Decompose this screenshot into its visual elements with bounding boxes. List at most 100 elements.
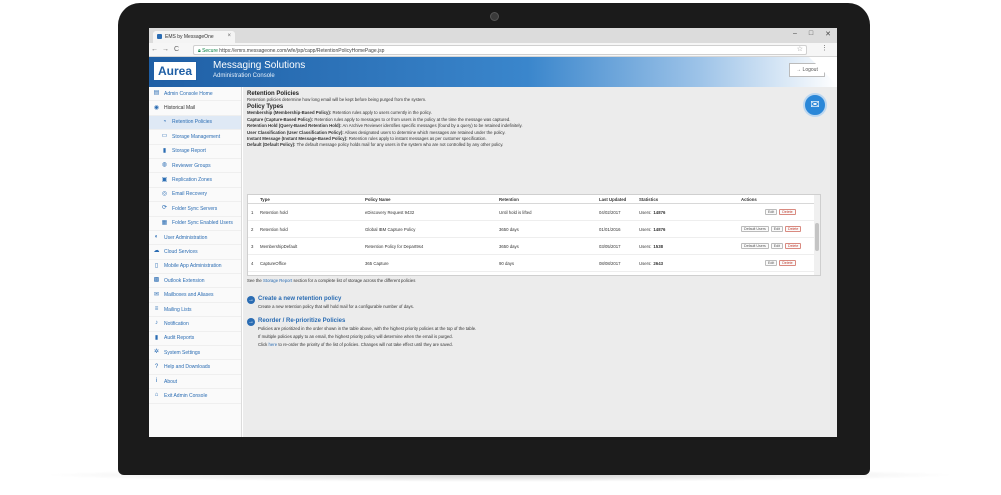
- main-content: Retention Policies Retention policies de…: [243, 87, 837, 437]
- app-subtitle: Administration Console: [213, 73, 275, 79]
- row-actions: Default Users Edit Delete: [735, 243, 815, 249]
- tab-bar: EMS by MessageOne × – □ ✕: [149, 28, 837, 43]
- arrow-right-circle-icon: →: [247, 296, 255, 304]
- scrollbar-thumb[interactable]: [815, 223, 819, 251]
- default-users-button[interactable]: Default Users: [741, 243, 769, 249]
- policy-type-definition: Default (Default Policy): The default me…: [247, 142, 504, 148]
- policy-type: MembershipDefault: [260, 243, 298, 249]
- browser-menu-icon[interactable]: ⋮: [821, 44, 828, 52]
- sidebar-item-user-administration[interactable]: ◐ User Administration: [149, 231, 241, 246]
- storage-report-link[interactable]: Storage Report: [263, 278, 292, 283]
- maximize-icon[interactable]: □: [809, 30, 813, 38]
- users-icon: ◍: [161, 162, 168, 169]
- sidebar-item-notification[interactable]: ♪ Notification: [149, 317, 241, 332]
- col-type[interactable]: Type: [256, 197, 359, 202]
- sidebar-item-mobile-app-administration[interactable]: ▯ Mobile App Administration: [149, 260, 241, 275]
- col-policy-name[interactable]: Policy Name: [359, 197, 495, 202]
- sidebar-item-label: Notification: [164, 320, 189, 327]
- reorder-policies-link[interactable]: Reorder / Re-prioritize Policies: [258, 318, 345, 324]
- sidebar-item-storage-report[interactable]: ▮ Storage Report: [149, 145, 241, 159]
- bookmark-star-icon[interactable]: ☆: [797, 45, 803, 53]
- close-window-icon[interactable]: ✕: [825, 30, 831, 38]
- sidebar-item-label: System Settings: [164, 349, 201, 356]
- edit-button[interactable]: Edit: [770, 226, 783, 232]
- table-row[interactable]: 3 MembershipDefault Retention Policy for D…: [248, 238, 820, 255]
- sidebar-item-email-recovery[interactable]: ◎ Email Recovery: [149, 188, 241, 203]
- sidebar-item-help-and-downloads[interactable]: ? Help and Downloads: [149, 360, 241, 375]
- table-row[interactable]: 1 Retention hold eDiscovery Request 9432 Un…: [248, 204, 820, 221]
- secure-label: Secure: [202, 48, 218, 54]
- forward-icon[interactable]: →: [160, 46, 171, 53]
- edit-button[interactable]: Edit: [765, 260, 778, 266]
- sidebar-item-label: About: [164, 378, 178, 385]
- table-row[interactable]: 4 CaptureOffice 365 Capture 90 days 08/08/20…: [248, 255, 820, 272]
- table-row[interactable]: 2 Retention hold Global IBM Capture Policy…: [248, 221, 820, 238]
- sidebar-item-system-settings[interactable]: ✲ System Settings: [149, 346, 241, 361]
- col-retention[interactable]: Retention: [495, 197, 599, 202]
- sidebar-item-mailing-lists[interactable]: ≡ Mailing Lists: [149, 303, 241, 318]
- sidebar-item-retention-policies[interactable]: ◔ Retention Policies: [149, 115, 241, 131]
- browser-tab[interactable]: EMS by MessageOne ×: [153, 31, 235, 43]
- policy-statistics: Users: 14876: [639, 226, 666, 232]
- reorder-description: Policies are prioritized in the order sh…: [258, 326, 477, 347]
- info-icon: i: [155, 378, 158, 384]
- sidebar-item-cloud-services[interactable]: ☁ Cloud Services: [149, 245, 241, 260]
- policy-last-updated: 08/08/2017: [599, 260, 621, 266]
- col-actions: Actions: [741, 196, 757, 202]
- col-last-updated[interactable]: Last Updated: [599, 197, 635, 202]
- sidebar-item-mailboxes-and-aliases[interactable]: ✉ Mailboxes and Aliases: [149, 288, 241, 303]
- sidebar-item-label: Reviewer Groups: [172, 162, 211, 169]
- sidebar-item-label: Outlook Extension: [164, 277, 205, 284]
- camera-icon: [490, 12, 499, 21]
- sidebar-item-label: Audit Reports: [164, 335, 195, 342]
- policy-retention: 3650 days: [499, 226, 519, 232]
- bar-chart-icon: ▮: [162, 147, 167, 154]
- delete-button[interactable]: Delete: [779, 209, 796, 215]
- sidebar-item-reviewer-groups[interactable]: ◍ Reviewer Groups: [149, 159, 241, 174]
- sidebar-item-label: Mobile App Administration: [164, 263, 222, 270]
- edit-button[interactable]: Edit: [770, 243, 783, 249]
- row-number: 1: [251, 209, 254, 215]
- sidebar-item-replication-zones[interactable]: ▣ Replication Zones: [149, 173, 241, 188]
- sidebar-item-historical-mail[interactable]: ◉ Historical Mail: [149, 101, 241, 116]
- exit-icon: ⌂: [154, 392, 159, 399]
- minimize-icon[interactable]: –: [793, 30, 797, 38]
- default-users-button[interactable]: Default Users: [741, 226, 769, 232]
- close-tab-icon[interactable]: ×: [227, 33, 231, 39]
- sidebar-item-folder-sync-servers[interactable]: ⟳ Folder Sync Servers: [149, 202, 241, 217]
- sidebar-item-about[interactable]: i About: [149, 375, 241, 390]
- reorder-here-link[interactable]: here: [269, 342, 278, 347]
- sidebar-item-storage-management[interactable]: ▭ Storage Management: [149, 130, 241, 145]
- mail-sync-fab-icon[interactable]: ✉: [803, 93, 827, 117]
- policy-name: eDiscovery Request 9432: [365, 209, 415, 215]
- edit-button[interactable]: Edit: [765, 209, 778, 215]
- col-statistics: Statistics: [639, 196, 659, 202]
- policy-statistics: Users: 2643: [639, 260, 663, 266]
- sidebar-item-exit-admin-console[interactable]: ⌂ Exit Admin Console: [149, 389, 241, 404]
- help-icon: ?: [154, 363, 159, 370]
- table-scrollbar[interactable]: [814, 195, 820, 275]
- address-bar[interactable]: 🔒︎ Secure https://emrs.messageone.com/wf…: [193, 45, 807, 55]
- sync-icon: ⟳: [161, 205, 168, 212]
- sidebar-item-outlook-extension[interactable]: ▩ Outlook Extension: [149, 274, 241, 289]
- table-body: 1 Retention hold eDiscovery Request 9432 Un…: [248, 204, 820, 272]
- page-curl-decoration: [809, 57, 837, 85]
- sidebar-item-folder-sync-enabled-users[interactable]: ▦ Folder Sync Enabled Users: [149, 217, 241, 231]
- sidebar-item-admin-console-home[interactable]: ▤ Admin Console Home: [149, 87, 241, 102]
- policy-type: CaptureOffice: [260, 260, 287, 266]
- create-policy-link[interactable]: Create a new retention policy: [258, 296, 341, 302]
- delete-button[interactable]: Delete: [784, 243, 802, 249]
- policy-name: 365 Capture: [365, 260, 389, 266]
- sidebar-item-label: Exit Admin Console: [164, 392, 208, 399]
- favicon-icon: [157, 34, 162, 39]
- sidebar-item-label: Email Recovery: [172, 191, 208, 198]
- delete-button[interactable]: Delete: [779, 260, 796, 266]
- reload-icon[interactable]: C: [171, 46, 182, 53]
- back-icon[interactable]: ←: [149, 46, 160, 53]
- sidebar-item-audit-reports[interactable]: ▮ Audit Reports: [149, 332, 241, 347]
- delete-button[interactable]: Delete: [784, 226, 802, 232]
- url-text: https://emrs.messageone.com/wfe/jsp/capp…: [219, 48, 385, 54]
- row-number: 2: [251, 226, 254, 232]
- storage-note: See the Storage Report section for a com…: [247, 278, 416, 283]
- gear-icon: ✲: [153, 349, 160, 356]
